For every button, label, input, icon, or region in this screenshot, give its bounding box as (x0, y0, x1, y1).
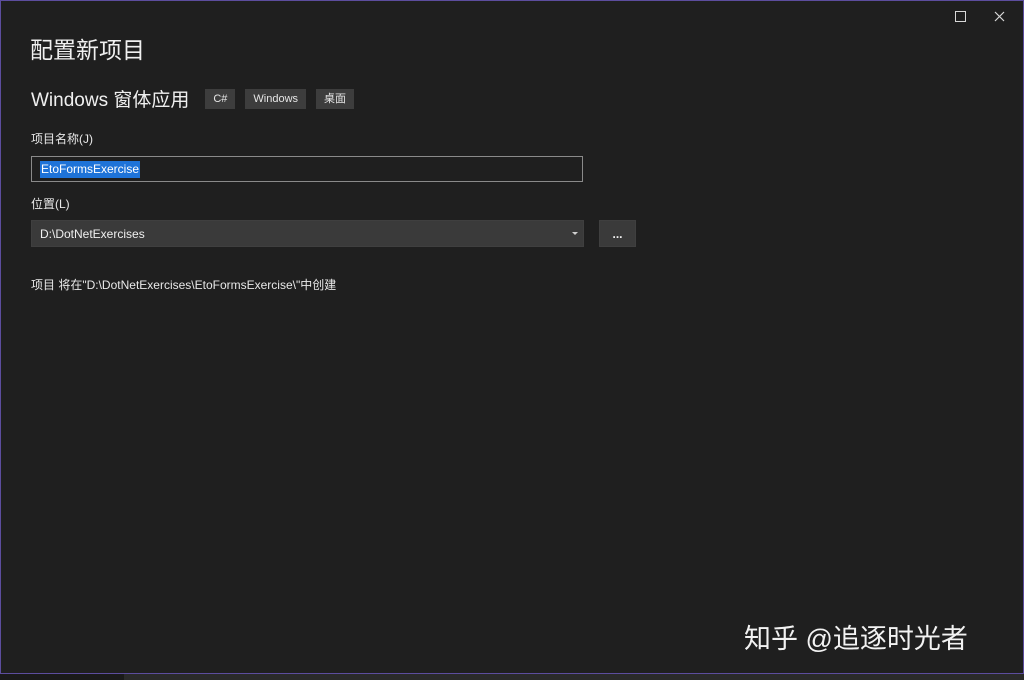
watermark: 知乎 @追逐时光者 (744, 624, 968, 654)
maximize-icon (954, 10, 966, 22)
close-button[interactable] (985, 5, 1013, 27)
template-name: Windows 窗体应用 (31, 90, 190, 111)
taskbar-segment (0, 674, 124, 680)
project-name-value: EtoFormsExercise (40, 160, 141, 178)
creation-path-info: 项目 将在"D:\DotNetExercises\EtoFormsExercis… (31, 278, 337, 292)
location-dropdown[interactable]: D:\DotNetExercises (31, 220, 584, 247)
close-icon (994, 11, 1004, 21)
maximize-button[interactable] (946, 5, 974, 27)
template-header: Windows 窗体应用 C# Windows 桌面 (31, 85, 364, 112)
location-label: 位置(L) (31, 197, 70, 211)
project-name-input[interactable]: EtoFormsExercise (31, 156, 583, 182)
taskbar-strip (0, 674, 1024, 680)
tag-platform: Windows (245, 88, 307, 109)
project-name-label: 项目名称(J) (31, 132, 93, 146)
dialog-window: 配置新项目 Windows 窗体应用 C# Windows 桌面 项目名称(J)… (0, 0, 1024, 674)
tag-language: C# (205, 88, 236, 109)
tag-project-type: 桌面 (316, 88, 355, 109)
page-title: 配置新项目 (30, 37, 145, 63)
location-value: D:\DotNetExercises (40, 226, 145, 241)
chevron-down-icon[interactable] (572, 232, 578, 235)
browse-button[interactable]: ... (599, 220, 636, 247)
